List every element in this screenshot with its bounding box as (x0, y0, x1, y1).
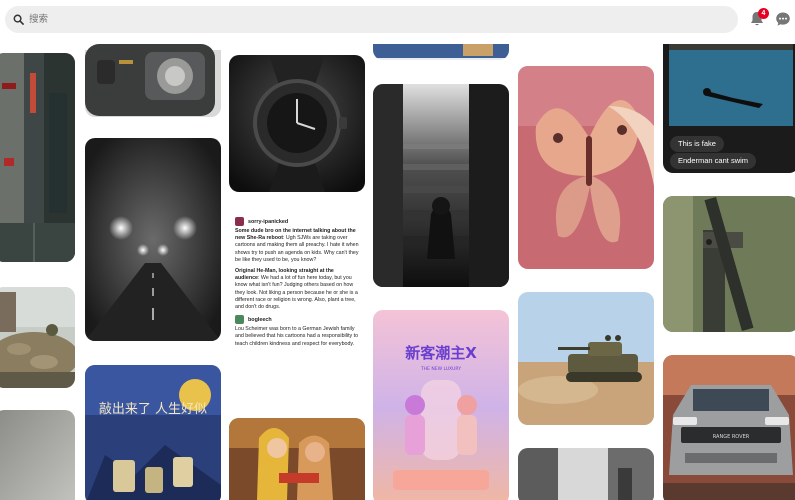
post-paragraph: Lou Scheimer was born to a German Jewish… (235, 326, 359, 347)
pin-text-post[interactable]: sorry-ipanicked Some dude bro on the int… (229, 213, 365, 418)
post-username: bogleech (248, 316, 272, 323)
avatar (235, 315, 244, 325)
post-paragraph: Original He-Man, looking straight at the… (235, 268, 358, 311)
pin-hooded-figure-stairs[interactable] (373, 84, 509, 287)
pin-tank-desert[interactable] (518, 292, 654, 425)
avatar (235, 217, 244, 226)
poster-title: 新客潮主X (405, 344, 477, 362)
pin-rainy-street[interactable] (0, 53, 75, 262)
post-username: sorry-ipanicked (248, 218, 289, 225)
pin-black-watch[interactable] (229, 55, 365, 192)
search-icon (13, 14, 24, 25)
pin-dark-road-lights[interactable] (85, 138, 221, 341)
search-bar[interactable] (5, 6, 738, 33)
poster-subtitle: THE NEW LUXURY (420, 366, 461, 372)
pin-moth-on-finger[interactable] (518, 66, 654, 269)
pin-gray-abstract[interactable] (0, 410, 75, 500)
pin-street-bw[interactable] (518, 448, 654, 500)
messages-icon[interactable] (775, 11, 791, 27)
comment-pill: Enderman cant swim (670, 153, 757, 169)
pin-cartoon-she-ra[interactable] (229, 418, 365, 500)
post-paragraph: Some dude bro on the internet talking ab… (235, 228, 359, 263)
comment-pill: This is fake (670, 136, 724, 152)
search-input[interactable] (29, 10, 719, 29)
pin-robot-couple-poster[interactable]: 新客潮主X THE NEW LUXURY (373, 310, 509, 500)
pin-soldiers-sandbags[interactable] (0, 287, 75, 388)
notification-count-badge: 4 (758, 8, 769, 19)
pin-range-rover[interactable]: RANGE ROVER (663, 355, 795, 500)
top-bar: 4 (0, 0, 795, 44)
calligraphy-text: 敲出来了 人生好似 (99, 401, 207, 417)
car-badge: RANGE ROVER (713, 434, 750, 440)
pin-chinese-calligraphy-art[interactable]: 敲出来了 人生好似 (85, 365, 221, 500)
pin-green-metal-stand[interactable] (663, 196, 795, 332)
